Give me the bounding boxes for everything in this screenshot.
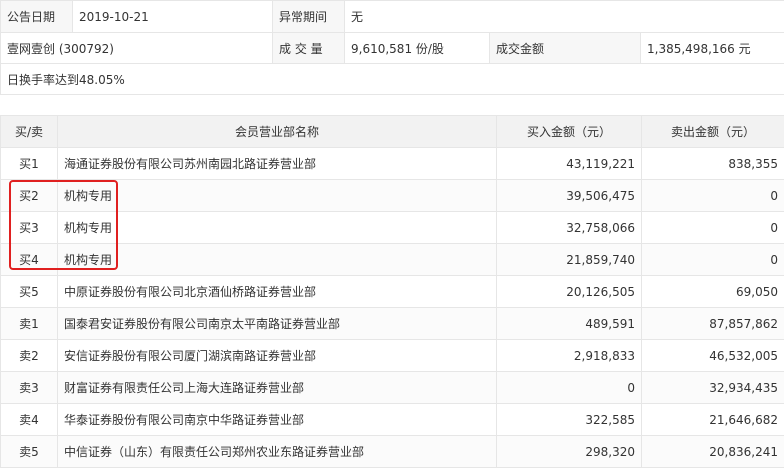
row-branch: 机构专用: [57, 211, 497, 244]
row-branch: 海通证券股份有限公司苏州南园北路证券营业部: [57, 147, 497, 180]
announcement-info-table: 公告日期 2019-10-21 异常期间 无 壹网壹创 (300792) 成 交…: [0, 0, 784, 95]
date-value: 2019-10-21: [72, 0, 273, 33]
table-row: 卖5 中信证券（山东）有限责任公司郑州农业东路证券营业部 298,320 20,…: [0, 435, 784, 468]
row-buy: 20,126,505: [496, 275, 642, 308]
row-rank: 卖5: [0, 435, 58, 468]
volume-value: 9,610,581 份/股: [344, 32, 490, 64]
table-row: 卖1 国泰君安证券股份有限公司南京太平南路证券营业部 489,591 87,85…: [0, 307, 784, 340]
header-buy-amount: 买入金额（元）: [496, 115, 642, 148]
row-buy: 21,859,740: [496, 243, 642, 276]
row-sell: 87,857,862: [641, 307, 784, 340]
row-buy: 489,591: [496, 307, 642, 340]
date-label: 公告日期: [0, 0, 73, 33]
volume-label: 成 交 量: [272, 32, 345, 64]
header-sell-amount: 卖出金额（元）: [641, 115, 784, 148]
row-rank: 卖2: [0, 339, 58, 372]
table-row: 买1 海通证券股份有限公司苏州南园北路证券营业部 43,119,221 838,…: [0, 147, 784, 180]
row-rank: 卖3: [0, 371, 58, 404]
period-value: 无: [343, 0, 784, 33]
table-row: 卖3 财富证券有限责任公司上海大连路证券营业部 0 32,934,435: [0, 371, 784, 404]
row-branch: 华泰证券股份有限公司南京中华路证券营业部: [57, 403, 497, 436]
row-rank: 买5: [0, 275, 58, 308]
table-row: 买4 机构专用 21,859,740 0: [0, 243, 784, 276]
table-row: 买5 中原证券股份有限公司北京酒仙桥路证券营业部 20,126,505 69,0…: [0, 275, 784, 308]
row-buy: 0: [496, 371, 642, 404]
row-rank: 买3: [0, 211, 58, 244]
table-row: 卖2 安信证券股份有限公司厦门湖滨南路证券营业部 2,918,833 46,53…: [0, 339, 784, 372]
period-label: 异常期间: [272, 0, 345, 33]
row-buy: 322,585: [496, 403, 642, 436]
row-sell: 20,836,241: [641, 435, 784, 468]
table-row: 卖4 华泰证券股份有限公司南京中华路证券营业部 322,585 21,646,6…: [0, 403, 784, 436]
row-sell: 0: [641, 211, 784, 244]
row-rank: 买2: [0, 179, 58, 212]
row-branch: 国泰君安证券股份有限公司南京太平南路证券营业部: [57, 307, 497, 340]
row-branch: 财富证券有限责任公司上海大连路证券营业部: [57, 371, 497, 404]
header-buy-sell: 买/卖: [0, 115, 58, 148]
row-buy: 32,758,066: [496, 211, 642, 244]
table-row: 买2 机构专用 39,506,475 0: [0, 179, 784, 212]
stock-name: 壹网壹创 (300792): [0, 32, 273, 64]
row-sell: 0: [641, 243, 784, 276]
section-gap: [0, 95, 784, 115]
row-sell: 69,050: [641, 275, 784, 308]
row-branch: 中原证券股份有限公司北京酒仙桥路证券营业部: [57, 275, 497, 308]
turnover-note: 日换手率达到48.05%: [0, 63, 784, 95]
row-branch: 中信证券（山东）有限责任公司郑州农业东路证券营业部: [57, 435, 497, 468]
row-branch: 机构专用: [57, 243, 497, 276]
row-branch: 机构专用: [57, 179, 497, 212]
row-sell: 0: [641, 179, 784, 212]
row-branch: 安信证券股份有限公司厦门湖滨南路证券营业部: [57, 339, 497, 372]
amount-label: 成交金额: [489, 32, 641, 64]
row-buy: 298,320: [496, 435, 642, 468]
row-sell: 838,355: [641, 147, 784, 180]
trading-seats-table: 买/卖 会员营业部名称 买入金额（元） 卖出金额（元） 买1 海通证券股份有限公…: [0, 115, 784, 468]
amount-value: 1,385,498,166 元: [639, 32, 784, 64]
table-row: 买3 机构专用 32,758,066 0: [0, 211, 784, 244]
header-branch-name: 会员营业部名称: [57, 115, 497, 148]
row-sell: 46,532,005: [641, 339, 784, 372]
row-sell: 32,934,435: [641, 371, 784, 404]
row-buy: 43,119,221: [496, 147, 642, 180]
row-rank: 买1: [0, 147, 58, 180]
row-buy: 39,506,475: [496, 179, 642, 212]
row-rank: 卖4: [0, 403, 58, 436]
row-rank: 卖1: [0, 307, 58, 340]
row-sell: 21,646,682: [641, 403, 784, 436]
table-header-row: 买/卖 会员营业部名称 买入金额（元） 卖出金额（元）: [0, 115, 784, 148]
row-buy: 2,918,833: [496, 339, 642, 372]
row-rank: 买4: [0, 243, 58, 276]
